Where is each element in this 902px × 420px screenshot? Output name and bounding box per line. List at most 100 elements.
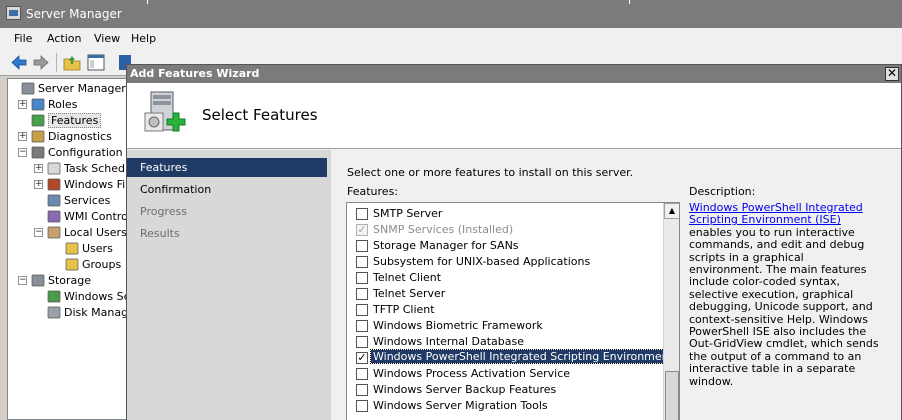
features-scrollbar[interactable]: ▲ [663,203,679,420]
scroll-thumb[interactable] [665,371,679,420]
back-arrow-icon[interactable] [10,53,28,72]
feature-label: Windows Internal Database [373,335,524,348]
disk-icon [46,305,62,320]
server-manager-titlebar: Server Manager [0,0,902,28]
feature-label: Windows Process Activation Service [373,367,571,380]
tree-node[interactable]: Disk Manag [8,305,127,321]
feature-checkbox[interactable] [356,304,368,316]
tree-node-label: Groups [82,258,122,271]
collapse-icon[interactable]: − [18,148,27,157]
tree-node-label: Disk Manag [64,306,127,319]
firewall-icon [46,177,62,192]
step-features[interactable]: Features [127,158,327,177]
feature-label: SMTP Server [373,207,443,220]
close-icon[interactable]: ✕ [885,67,899,81]
feature-row[interactable]: TFTP Client [347,302,665,318]
feature-checkbox[interactable] [356,272,368,284]
backup-icon [46,289,62,304]
feature-label: Subsystem for UNIX-based Applications [373,255,591,268]
feature-checkbox[interactable] [356,368,368,380]
feature-checkbox[interactable] [356,320,368,332]
tree-node[interactable]: + Roles [8,97,127,113]
feature-row[interactable]: Windows Biometric Framework [347,318,665,334]
tree-node[interactable]: WMI Contro [8,209,127,225]
expand-icon[interactable]: + [18,100,27,109]
server-features-icon [144,91,186,132]
feature-row[interactable]: ✓ Windows PowerShell Integrated Scripting… [347,349,679,366]
description-link[interactable]: Windows PowerShell Integrated Scripting … [689,201,863,226]
feature-row[interactable]: Telnet Client [347,270,665,286]
show-hide-console-tree-icon[interactable] [86,53,106,72]
feature-checkbox[interactable] [356,400,368,412]
tree-node[interactable]: − Configuration [8,145,127,161]
configuration-icon [30,145,46,160]
feature-label: SNMP Services (Installed) [373,223,514,236]
feature-checkbox[interactable] [356,240,368,252]
feature-checkbox[interactable] [356,208,368,220]
wizard-title: Add Features Wizard [130,67,260,80]
tree-node-label: Local Users [64,226,127,239]
tree-node-label: Task Sched [64,162,125,175]
features-list[interactable]: SMTP Server ✓ SNMP Services (Installed) Sto… [346,202,680,420]
expand-icon[interactable]: + [34,164,43,173]
menu-bar: File Action View Help [0,28,902,49]
tree-node-label: Services [64,194,111,207]
features-label: Features: [347,185,399,198]
feature-row[interactable]: Subsystem for UNIX-based Applications [347,254,665,270]
tree-node-label: Windows Fi [64,178,126,191]
description-text: enables you to run interactive commands,… [689,225,879,388]
feature-row[interactable]: Windows Internal Database [347,334,665,350]
menu-help[interactable]: Help [131,32,156,45]
server-icon [20,81,36,96]
tree-node[interactable]: Groups [8,257,127,273]
feature-row[interactable]: SMTP Server [347,206,665,222]
tree-node[interactable]: Users [8,241,127,257]
expand-icon[interactable]: + [18,132,27,141]
storage-icon [30,273,46,288]
up-folder-icon[interactable] [63,53,81,72]
feature-row[interactable]: Windows Server Backup Features [347,382,665,398]
add-features-wizard: Add Features Wizard ✕ Select Features Fe… [126,64,902,420]
tree-node[interactable]: Features [8,113,127,129]
tree-node[interactable]: − Local Users [8,225,127,241]
feature-checkbox[interactable] [356,256,368,268]
feature-row[interactable]: Windows Process Activation Service [347,366,665,382]
feature-checkbox[interactable] [356,336,368,348]
diagnostics-icon [30,129,46,144]
menu-file[interactable]: File [14,32,32,45]
feature-label: Windows Server Backup Features [373,383,557,396]
menu-view[interactable]: View [94,32,120,45]
step-progress: Progress [140,205,187,218]
menu-action[interactable]: Action [47,32,81,45]
roles-icon [30,97,46,112]
tree-node[interactable]: Services [8,193,127,209]
tree-node[interactable]: − Storage [8,273,127,289]
feature-label: Storage Manager for SANs [373,239,519,252]
tree-node[interactable]: + Windows Fi [8,177,127,193]
collapse-icon[interactable]: − [18,276,27,285]
feature-checkbox[interactable] [356,384,368,396]
tree-node[interactable]: Windows Se [8,289,127,305]
feature-row[interactable]: Storage Manager for SANs [347,238,665,254]
tree-node-label: Users [82,242,113,255]
step-confirmation[interactable]: Confirmation [127,180,327,199]
feature-checkbox[interactable] [356,288,368,300]
feature-row[interactable]: Windows Server Migration Tools [347,398,665,414]
feature-row[interactable]: Telnet Server [347,286,665,302]
scroll-up-icon[interactable]: ▲ [664,203,679,219]
forward-arrow-icon[interactable] [32,53,50,72]
feature-label: Windows Server Migration Tools [373,399,548,412]
feature-checkbox: ✓ [356,223,368,236]
clock-icon [46,161,62,176]
tree-node[interactable]: Server Manager (D: [8,81,127,97]
wizard-content: Select one or more features to install o… [331,150,901,420]
feature-checkbox[interactable]: ✓ [356,352,368,364]
tree-node[interactable]: + Diagnostics [8,129,127,145]
expand-icon[interactable]: + [34,180,43,189]
console-tree: Server Manager (D: + Roles Features + Diagnos… [7,78,127,420]
tree-node[interactable]: + Task Sched [8,161,127,177]
collapse-icon[interactable]: − [34,228,43,237]
tree-node-label: Server Manager (D: [38,82,127,95]
toolbar-separator [56,53,57,72]
folder-icon [64,257,80,272]
